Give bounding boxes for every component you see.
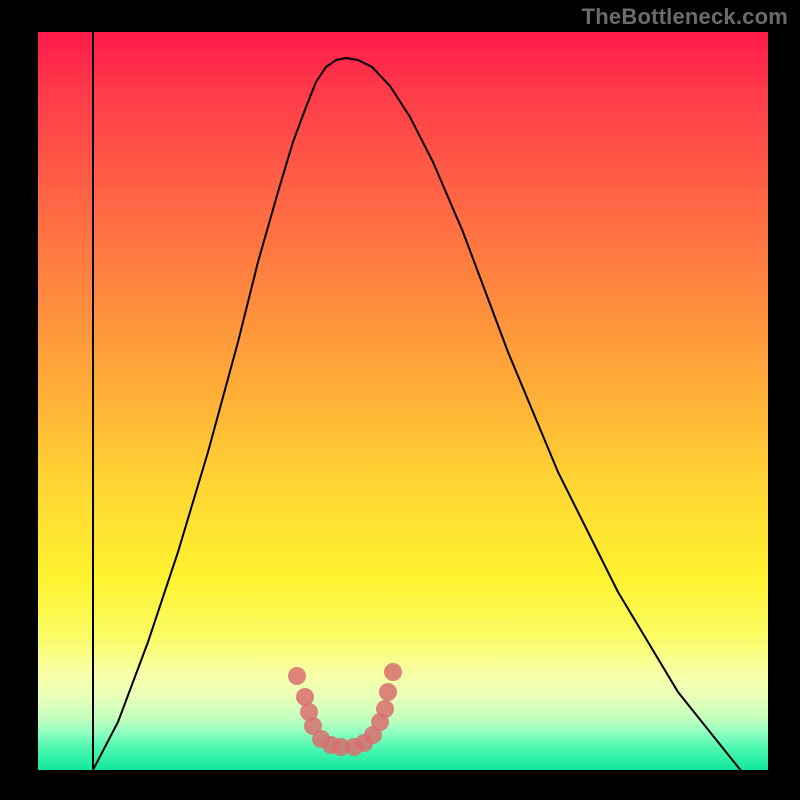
- highlight-dot-group: [288, 663, 402, 756]
- highlight-dot: [288, 667, 306, 685]
- watermark-text: TheBottleneck.com: [582, 4, 788, 30]
- highlight-dot: [376, 700, 394, 718]
- highlight-dot: [384, 663, 402, 681]
- highlight-dot: [379, 683, 397, 701]
- plot-area: [38, 32, 768, 770]
- chart-frame: TheBottleneck.com: [0, 0, 800, 800]
- chart-svg: [38, 32, 768, 770]
- bottleneck-curve: [93, 32, 768, 770]
